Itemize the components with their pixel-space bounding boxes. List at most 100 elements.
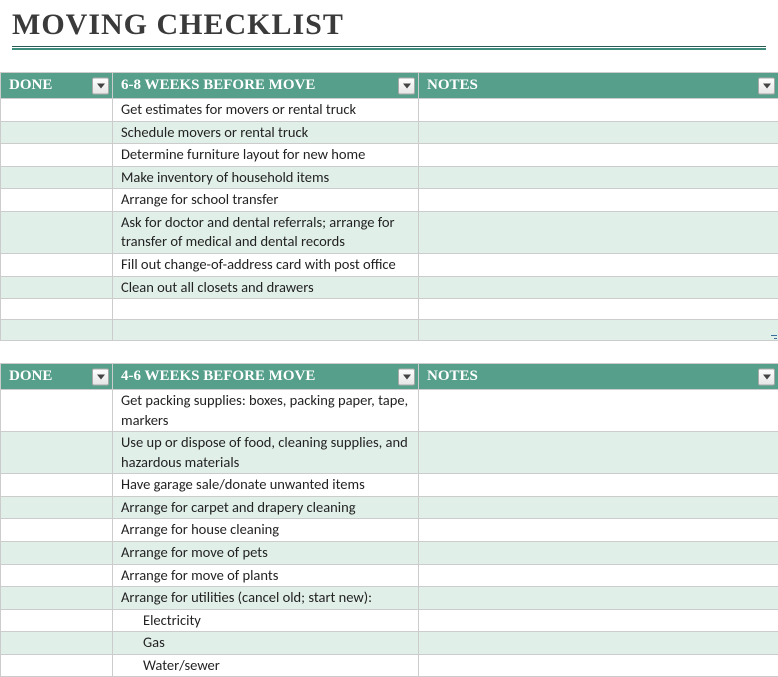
notes-cell[interactable] [419,390,778,432]
table-row: Determine furniture layout for new home [1,144,778,167]
table-row: Schedule movers or rental truck [1,121,778,144]
col-header-done-label: DONE [9,77,52,93]
done-cell[interactable] [1,587,113,610]
table-row: Arrange for house cleaning [1,519,778,542]
task-cell[interactable] [113,320,419,341]
notes-cell[interactable] [419,542,778,565]
table-row: Get packing supplies: boxes, packing pap… [1,390,778,432]
filter-dropdown-icon[interactable] [92,77,109,94]
notes-cell[interactable] [419,189,778,212]
table-row: Make inventory of household items [1,166,778,189]
task-text: Electricity [121,611,201,631]
notes-cell[interactable] [419,276,778,299]
task-cell[interactable]: Schedule movers or rental truck [113,121,419,144]
done-cell[interactable] [1,211,113,253]
notes-cell[interactable] [419,432,778,474]
col-header-task-label: 4-6 WEEKS BEFORE MOVE [121,368,315,384]
notes-cell[interactable] [419,474,778,497]
task-cell[interactable]: Arrange for carpet and drapery cleaning [113,496,419,519]
table-row: Get estimates for movers or rental truck [1,99,778,122]
col-header-notes[interactable]: NOTES [419,364,778,390]
notes-cell[interactable] [419,211,778,253]
table-row: Fill out change-of-address card with pos… [1,253,778,276]
task-cell[interactable]: Arrange for school transfer [113,189,419,212]
col-header-done-label: DONE [9,368,52,384]
task-text: Gas [121,633,165,653]
table-row: Water/sewer [1,654,778,677]
task-cell[interactable] [113,299,419,320]
done-cell[interactable] [1,189,113,212]
task-cell[interactable]: Arrange for utilities (cancel old; start… [113,587,419,610]
task-cell[interactable]: Get packing supplies: boxes, packing pap… [113,390,419,432]
table-row: Arrange for school transfer [1,189,778,212]
notes-cell[interactable] [419,609,778,632]
notes-cell[interactable] [419,166,778,189]
notes-cell[interactable] [419,299,778,320]
done-cell[interactable] [1,609,113,632]
task-cell[interactable]: Gas [113,632,419,655]
task-cell[interactable]: Determine furniture layout for new home [113,144,419,167]
filter-dropdown-icon[interactable] [758,77,775,94]
done-cell[interactable] [1,144,113,167]
notes-cell[interactable] [419,320,778,341]
notes-cell[interactable] [419,632,778,655]
task-cell[interactable]: Ask for doctor and dental referrals; arr… [113,211,419,253]
task-text: Water/sewer [121,656,220,676]
done-cell[interactable] [1,654,113,677]
done-cell[interactable] [1,496,113,519]
notes-cell[interactable] [419,654,778,677]
done-cell[interactable] [1,474,113,497]
task-cell[interactable]: Clean out all closets and drawers [113,276,419,299]
done-cell[interactable] [1,166,113,189]
table-row: Electricity [1,609,778,632]
task-cell[interactable]: Have garage sale/donate unwanted items [113,474,419,497]
done-cell[interactable] [1,253,113,276]
notes-cell[interactable] [419,587,778,610]
table-row: Arrange for move of pets [1,542,778,565]
table-row: Have garage sale/donate unwanted items [1,474,778,497]
col-header-notes[interactable]: NOTES [419,73,778,99]
done-cell[interactable] [1,276,113,299]
notes-cell[interactable] [419,496,778,519]
notes-cell[interactable] [419,519,778,542]
done-cell[interactable] [1,99,113,122]
col-header-done[interactable]: DONE [1,364,113,390]
col-header-done[interactable]: DONE [1,73,113,99]
filter-dropdown-icon[interactable] [92,368,109,385]
done-cell[interactable] [1,390,113,432]
done-cell[interactable] [1,564,113,587]
task-cell[interactable]: Fill out change-of-address card with pos… [113,253,419,276]
notes-cell[interactable] [419,99,778,122]
filter-dropdown-icon[interactable] [758,368,775,385]
notes-cell[interactable] [419,144,778,167]
col-header-task[interactable]: 4-6 WEEKS BEFORE MOVE [113,364,419,390]
done-cell[interactable] [1,519,113,542]
notes-cell[interactable] [419,564,778,587]
table-row: Gas [1,632,778,655]
task-cell[interactable]: Use up or dispose of food, cleaning supp… [113,432,419,474]
table-row: Ask for doctor and dental referrals; arr… [1,211,778,253]
done-cell[interactable] [1,121,113,144]
task-cell[interactable]: Water/sewer [113,654,419,677]
task-cell[interactable]: Get estimates for movers or rental truck [113,99,419,122]
filter-dropdown-icon[interactable] [398,368,415,385]
table-row [1,320,778,341]
notes-cell[interactable] [419,253,778,276]
done-cell[interactable] [1,320,113,341]
task-cell[interactable]: Arrange for move of pets [113,542,419,565]
done-cell[interactable] [1,299,113,320]
notes-cell[interactable] [419,121,778,144]
task-cell[interactable]: Arrange for house cleaning [113,519,419,542]
col-header-task[interactable]: 6-8 WEEKS BEFORE MOVE [113,73,419,99]
task-cell[interactable]: Electricity [113,609,419,632]
done-cell[interactable] [1,432,113,474]
table-resize-handle-icon[interactable] [769,331,777,339]
task-cell[interactable]: Arrange for move of plants [113,564,419,587]
done-cell[interactable] [1,542,113,565]
table-row: Arrange for move of plants [1,564,778,587]
task-cell[interactable]: Make inventory of household items [113,166,419,189]
checklist-table: DONE 4-6 WEEKS BEFORE MOVE NOTES Get pac… [0,363,778,677]
section-6-8-weeks: DONE 6-8 WEEKS BEFORE MOVE NOTES Get est… [0,72,778,341]
done-cell[interactable] [1,632,113,655]
filter-dropdown-icon[interactable] [398,77,415,94]
